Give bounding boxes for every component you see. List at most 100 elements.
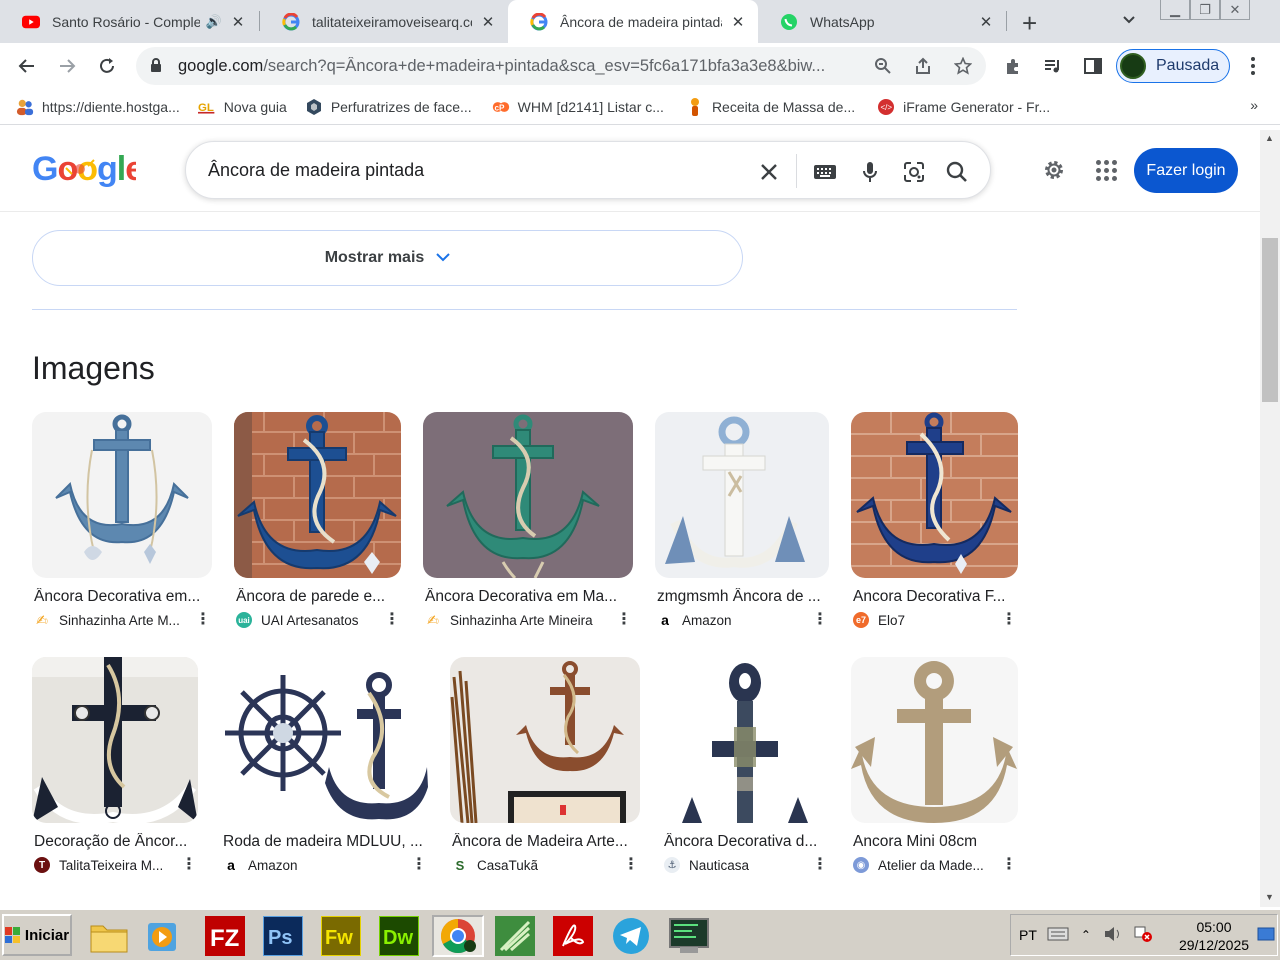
zoom-icon[interactable] [872, 55, 894, 77]
image-source[interactable]: T TalitaTeixeira M... ⋮ [32, 857, 198, 873]
image-thumbnail[interactable] [655, 412, 829, 578]
google-apps-icon[interactable] [1092, 156, 1120, 184]
media-control-icon[interactable] [1038, 51, 1068, 81]
image-source[interactable]: uai UAI Artesanatos ⋮ [234, 612, 401, 628]
speaker-icon[interactable]: 🔊 [206, 14, 222, 30]
close-tab-icon[interactable]: ✕ [480, 13, 496, 31]
tray-expand-icon[interactable]: ⌃ [1081, 928, 1091, 942]
new-tab-icon[interactable]: + [1022, 8, 1037, 39]
menu-kebab-icon[interactable] [1238, 51, 1268, 81]
image-source[interactable]: a Amazon ⋮ [655, 612, 829, 628]
bookmarks-overflow-icon[interactable]: » [1250, 97, 1258, 113]
chrome-taskbar-icon[interactable] [432, 915, 484, 957]
image-result[interactable]: Âncora Decorativa em... ✍ Sinhazinha Art… [32, 412, 212, 628]
image-thumbnail[interactable] [32, 657, 198, 823]
image-source[interactable]: e7 Elo7 ⋮ [851, 612, 1018, 628]
tab-youtube[interactable]: Santo Rosário - Comple 🔊 ✕ [0, 0, 258, 43]
microphone-icon[interactable] [857, 159, 883, 185]
telegram-icon[interactable] [610, 915, 652, 957]
image-caption[interactable]: Âncora de Madeira Arte... [450, 833, 640, 851]
image-source[interactable]: ✍ Sinhazinha Arte Mineira ⋮ [423, 612, 633, 628]
image-result[interactable]: Decoração de Âncor... T TalitaTeixeira M… [32, 657, 198, 873]
image-thumbnail[interactable] [234, 412, 401, 578]
address-bar[interactable]: google.com/search?q=Âncora+de+madeira+pi… [136, 47, 986, 85]
more-options-icon[interactable]: ⋮ [180, 857, 198, 873]
extensions-icon[interactable] [998, 51, 1028, 81]
more-options-icon[interactable]: ⋮ [194, 612, 212, 628]
image-caption[interactable]: Decoração de Âncor... [32, 833, 198, 851]
image-caption[interactable]: Ancora Mini 08cm [851, 833, 1018, 851]
image-source[interactable]: ✍ Sinhazinha Arte M... ⋮ [32, 612, 212, 628]
photoshop-icon[interactable]: Ps [262, 915, 304, 957]
image-source[interactable]: a Amazon ⋮ [221, 857, 428, 873]
search-box[interactable]: Âncora de madeira pintada [185, 141, 991, 199]
sign-in-button[interactable]: Fazer login [1134, 148, 1238, 193]
image-source[interactable]: ◉ Atelier da Made... ⋮ [851, 857, 1018, 873]
close-window-icon[interactable]: ✕ [1220, 0, 1250, 20]
bookmark-item[interactable]: Receita de Massa de... [686, 97, 855, 116]
forward-icon[interactable] [52, 51, 82, 81]
media-player-icon[interactable] [142, 915, 184, 957]
image-thumbnail[interactable] [851, 657, 1018, 823]
image-source[interactable]: S CasaTukã ⋮ [450, 857, 640, 873]
image-result[interactable]: Roda de madeira MDLUU, ... a Amazon ⋮ [221, 657, 428, 873]
more-options-icon[interactable]: ⋮ [1000, 612, 1018, 628]
image-result[interactable]: Ancora Decorativa F... e7 Elo7 ⋮ [851, 412, 1018, 628]
more-options-icon[interactable]: ⋮ [622, 857, 640, 873]
close-tab-icon[interactable]: ✕ [730, 13, 746, 31]
image-thumbnail[interactable] [450, 657, 640, 823]
keyboard-tray-icon[interactable] [1047, 927, 1069, 944]
clear-search-icon[interactable] [756, 159, 782, 185]
image-caption[interactable]: Âncora de parede e... [234, 588, 401, 606]
image-caption[interactable]: zmgmsmh Âncora de ... [655, 588, 829, 606]
show-desktop-icon[interactable] [1257, 927, 1275, 946]
filezilla-icon[interactable]: FZ [204, 915, 246, 957]
language-indicator[interactable]: PT [1019, 927, 1037, 943]
close-tab-icon[interactable]: ✕ [230, 13, 246, 31]
scrollbar-thumb[interactable] [1262, 238, 1278, 402]
image-result[interactable]: Âncora de parede e... uai UAI Artesanato… [234, 412, 401, 628]
image-caption[interactable]: Âncora Decorativa em... [32, 588, 212, 606]
lock-icon[interactable] [150, 57, 168, 75]
profile-button[interactable]: Pausada [1116, 49, 1230, 83]
keyboard-icon[interactable] [812, 159, 838, 185]
scroll-down-icon[interactable]: ▼ [1265, 892, 1274, 902]
chevron-down-icon[interactable] [1122, 12, 1136, 28]
file-explorer-icon[interactable] [88, 915, 130, 957]
network-alert-icon[interactable] [1133, 925, 1153, 946]
pdf-reader-icon[interactable] [552, 915, 594, 957]
image-thumbnail[interactable] [221, 657, 428, 823]
image-result[interactable]: Ancora Mini 08cm ◉ Atelier da Made... ⋮ [851, 657, 1018, 873]
settings-gear-icon[interactable] [1040, 156, 1068, 184]
tab-talita[interactable]: talitateixeiramoveisearq.com ✕ [260, 0, 508, 43]
image-thumbnail[interactable] [423, 412, 633, 578]
search-icon[interactable] [944, 159, 970, 185]
more-options-icon[interactable]: ⋮ [811, 857, 829, 873]
clock[interactable]: 05:00 29/12/2025 [1174, 918, 1254, 954]
volume-icon[interactable] [1103, 925, 1123, 946]
bookmark-item[interactable]: GL Nova guia [197, 98, 287, 116]
fireworks-icon[interactable]: Fw [320, 915, 362, 957]
image-thumbnail[interactable] [662, 657, 829, 823]
more-options-icon[interactable]: ⋮ [1000, 857, 1018, 873]
image-source[interactable]: ⚓ Nauticasa ⋮ [662, 857, 829, 873]
more-options-icon[interactable]: ⋮ [615, 612, 633, 628]
more-options-icon[interactable]: ⋮ [410, 857, 428, 873]
share-icon[interactable] [912, 55, 934, 77]
bookmark-item[interactable]: https://diente.hostga... [16, 98, 180, 116]
show-more-button[interactable]: Mostrar mais [32, 230, 743, 286]
start-button[interactable]: Iniciar [2, 914, 72, 956]
page-scrollbar[interactable]: ▲ ▼ [1260, 130, 1280, 907]
scroll-up-icon[interactable]: ▲ [1265, 133, 1274, 143]
terminal-icon[interactable] [664, 915, 714, 957]
image-result[interactable]: Âncora Decorativa d... ⚓ Nauticasa ⋮ [662, 657, 829, 873]
search-input[interactable]: Âncora de madeira pintada [208, 160, 424, 181]
image-result[interactable]: zmgmsmh Âncora de ... a Amazon ⋮ [655, 412, 829, 628]
image-caption[interactable]: Âncora Decorativa d... [662, 833, 829, 851]
inkscape-icon[interactable] [494, 915, 536, 957]
google-logo[interactable]: Google [32, 148, 144, 197]
more-options-icon[interactable]: ⋮ [811, 612, 829, 628]
image-thumbnail[interactable] [851, 412, 1018, 578]
image-caption[interactable]: Ancora Decorativa F... [851, 588, 1018, 606]
image-caption[interactable]: Roda de madeira MDLUU, ... [221, 833, 428, 851]
